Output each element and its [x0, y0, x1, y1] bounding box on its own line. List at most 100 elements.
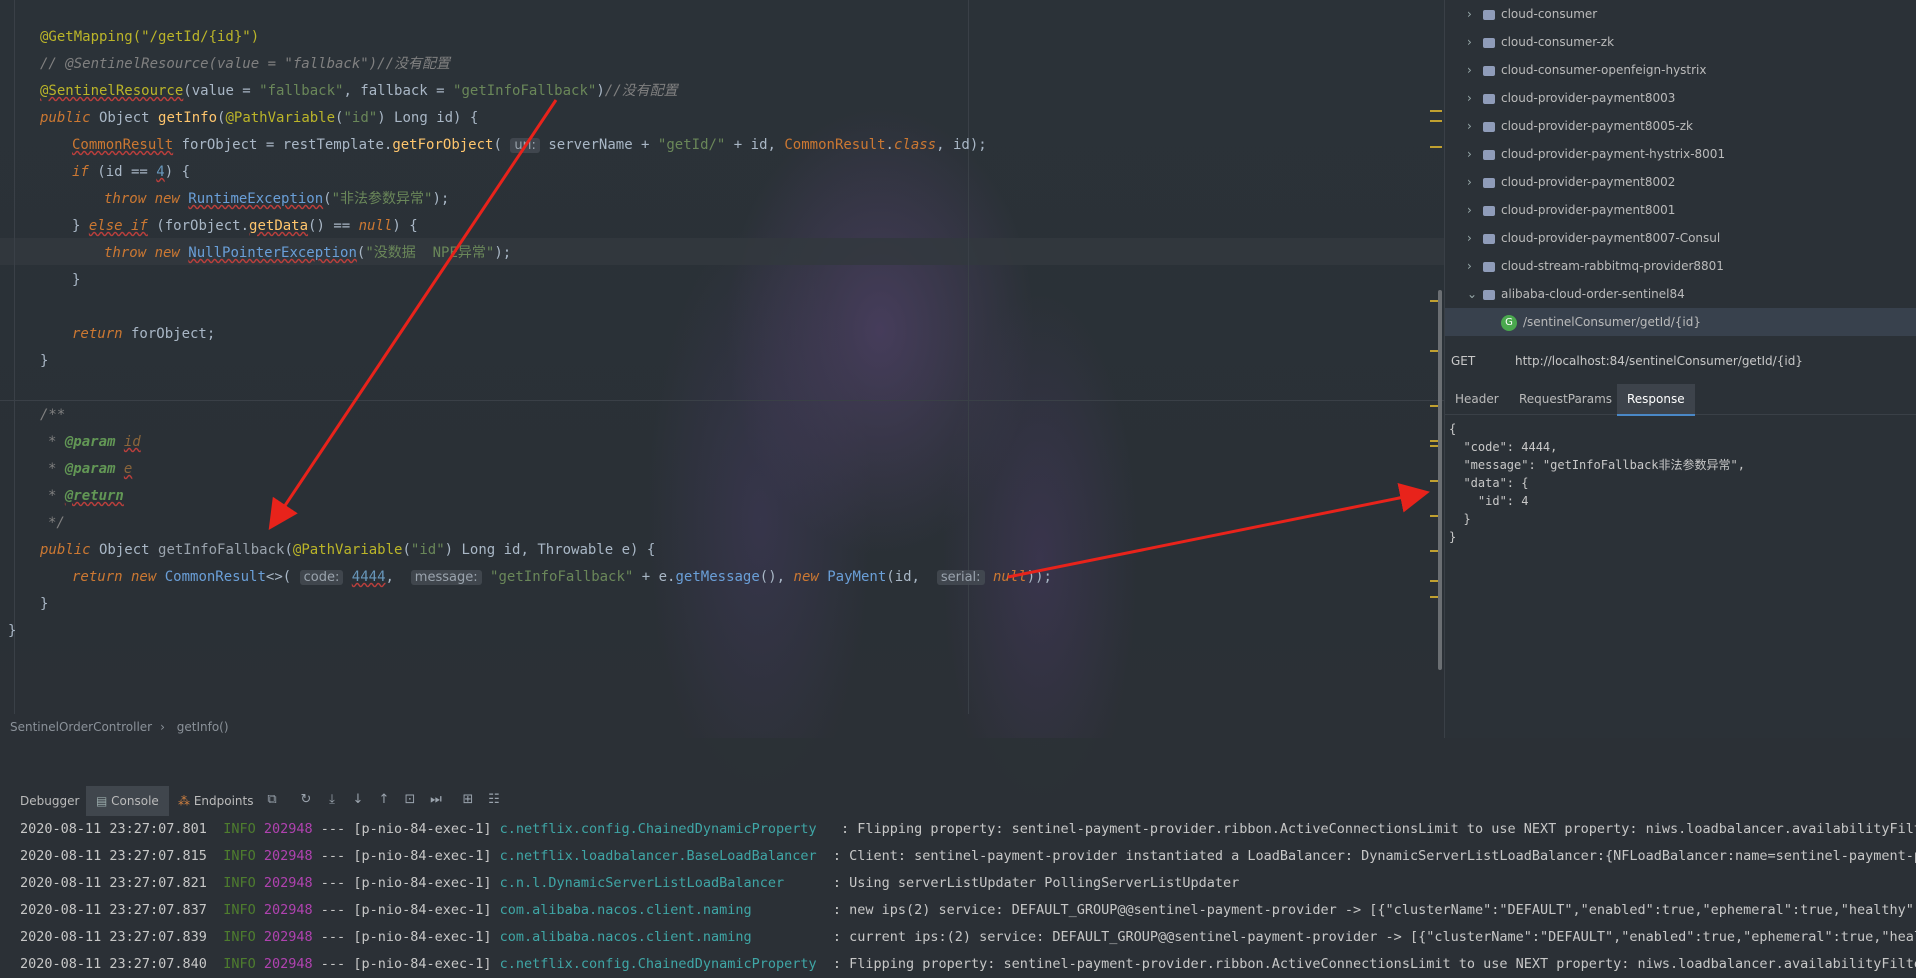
breadcrumb-class[interactable]: SentinelOrderController — [10, 720, 152, 734]
tab-endpoints[interactable]: ⁂ Endpoints — [178, 786, 254, 816]
resume-icon[interactable]: ⏭ — [428, 792, 444, 808]
request-url-input[interactable]: http://localhost:84/sentinelConsumer/get… — [1515, 344, 1803, 378]
tab-console[interactable]: ▤ Console — [86, 786, 169, 816]
module-folder-icon — [1483, 93, 1495, 104]
module-folder-icon — [1483, 261, 1495, 272]
chevron-right-icon: › — [1467, 119, 1472, 133]
code-line[interactable]: @GetMapping("/getId/{id}") — [40, 25, 259, 49]
code-line[interactable]: /** — [40, 403, 65, 427]
module-folder-icon — [1483, 65, 1495, 76]
code-line[interactable]: } else if (forObject.getData() == null) … — [72, 214, 418, 238]
module-folder-icon — [1483, 233, 1495, 244]
chevron-right-icon: › — [1467, 35, 1472, 49]
module-folder-icon — [1483, 149, 1495, 160]
tab-response[interactable]: Response — [1617, 384, 1695, 416]
restore-layout-icon[interactable]: ⧉ — [264, 792, 280, 808]
module-folder-icon — [1483, 177, 1495, 188]
param-hint: serial: — [936, 570, 985, 585]
code-line[interactable]: CommonResult forObject = restTemplate.ge… — [72, 133, 987, 157]
code-line[interactable]: // @SentinelResource(value = "fallback")… — [40, 52, 450, 76]
tree-item-module[interactable]: › cloud-provider-payment8001 — [1445, 196, 1675, 224]
code-line[interactable]: */ — [48, 511, 65, 535]
code-line[interactable]: @SentinelResource(value = "fallback", fa… — [40, 79, 678, 103]
tree-item-module[interactable]: › cloud-provider-payment8003 — [1445, 84, 1675, 112]
chevron-right-icon: › — [1467, 231, 1472, 245]
code-line[interactable]: } — [40, 349, 48, 373]
code-line[interactable]: } — [8, 619, 16, 643]
chevron-right-icon: › — [1467, 259, 1472, 273]
chevron-right-icon: › — [1467, 203, 1472, 217]
request-url-bar: GET http://localhost:84/sentinelConsumer… — [1445, 344, 1916, 378]
chevron-right-icon: › — [1467, 147, 1472, 161]
code-line[interactable]: if (id == 4) { — [72, 160, 190, 184]
code-line[interactable]: * @return — [48, 484, 124, 508]
tab-header[interactable]: Header — [1455, 384, 1499, 414]
param-hint: code: — [299, 570, 344, 585]
endpoints-icon: ⁂ — [178, 794, 194, 808]
code-line[interactable]: return forObject; — [72, 322, 215, 346]
module-folder-icon — [1483, 289, 1495, 300]
tab-debugger[interactable]: Debugger — [20, 786, 79, 816]
method-separator — [0, 400, 1444, 401]
module-folder-icon — [1483, 37, 1495, 48]
http-method-select[interactable]: GET — [1451, 344, 1475, 378]
tree-item-module[interactable]: › cloud-provider-payment-hystrix-8001 — [1445, 140, 1725, 168]
log-line: 2020-08-11 23:27:07.837 INFO 202948 --- … — [20, 902, 1916, 918]
step-out-icon[interactable]: ↑ — [376, 792, 392, 808]
log-line: 2020-08-11 23:27:07.821 INFO 202948 --- … — [20, 875, 1240, 891]
log-line: 2020-08-11 23:27:07.839 INFO 202948 --- … — [20, 929, 1916, 945]
tree-item-module[interactable]: › cloud-provider-payment8005-zk — [1445, 112, 1693, 140]
code-line[interactable]: return new CommonResult<>( code: 4444, m… — [72, 565, 1052, 589]
chevron-right-icon: › — [1467, 91, 1472, 105]
right-margin-guide — [968, 0, 969, 714]
restful-tool-panel: › cloud-consumer › cloud-consumer-zk › clou… — [1444, 0, 1916, 738]
tree-item-module[interactable]: › cloud-provider-payment8007-Consul — [1445, 224, 1720, 252]
code-line[interactable]: * @param e — [48, 457, 132, 481]
code-line[interactable]: * @param id — [48, 430, 141, 454]
breadcrumb: SentinelOrderController › getInfo() — [10, 720, 237, 734]
module-folder-icon — [1483, 121, 1495, 132]
chevron-right-icon: › — [160, 720, 165, 734]
tab-request-params[interactable]: RequestParams — [1519, 384, 1612, 414]
tree-item-module[interactable]: › cloud-consumer — [1445, 0, 1597, 28]
code-line[interactable]: public Object getInfoFallback(@PathVaria… — [40, 538, 655, 562]
request-tabs: Header RequestParams Response — [1445, 384, 1916, 416]
param-hint: url: — [510, 138, 540, 153]
tree-item-module[interactable]: › cloud-stream-rabbitmq-provider8801 — [1445, 252, 1724, 280]
module-folder-icon — [1483, 205, 1495, 216]
response-body[interactable]: { "code": 4444, "message": "getInfoFallb… — [1449, 420, 1745, 546]
step-over-icon[interactable]: ⤓ — [324, 792, 340, 808]
get-method-icon: G — [1501, 314, 1517, 331]
show-execution-point-icon[interactable]: ↻ — [298, 792, 314, 808]
chevron-right-icon: › — [1467, 175, 1472, 189]
module-folder-icon — [1483, 9, 1495, 20]
tree-item-module[interactable]: › cloud-provider-payment8002 — [1445, 168, 1675, 196]
code-editor[interactable]: @GetMapping("/getId/{id}") // @SentinelR… — [0, 0, 1444, 734]
debug-toolbar: Debugger ▤ Console ⁂ Endpoints ⧉ ↻ ⤓ ↓ ↑… — [0, 786, 1916, 816]
chevron-right-icon: › — [1467, 63, 1472, 77]
tree-item-endpoint[interactable]: G/sentinelConsumer/getId/{id} — [1445, 308, 1916, 336]
chevron-right-icon: › — [1467, 7, 1472, 21]
console-icon: ▤ — [96, 794, 112, 808]
editor-gutter[interactable] — [0, 0, 15, 714]
evaluate-icon[interactable]: ⊞ — [460, 792, 476, 808]
param-hint: message: — [410, 570, 482, 585]
tree-item-module[interactable]: › cloud-consumer-openfeign-hystrix — [1445, 56, 1707, 84]
settings-icon[interactable]: ☷ — [486, 792, 502, 808]
tree-item-module-expanded[interactable]: ⌄ alibaba-cloud-order-sentinel84 — [1445, 280, 1685, 308]
run-tool-window: Debugger ▤ Console ⁂ Endpoints ⧉ ↻ ⤓ ↓ ↑… — [0, 738, 1916, 972]
tree-item-module[interactable]: › cloud-consumer-zk — [1445, 28, 1614, 56]
editor-scrollbar[interactable] — [1438, 290, 1442, 670]
code-line[interactable]: } — [72, 268, 80, 292]
code-line[interactable]: throw new RuntimeException("非法参数异常"); — [104, 187, 449, 211]
log-line: 2020-08-11 23:27:07.840 INFO 202948 --- … — [20, 956, 1916, 972]
run-to-cursor-icon[interactable]: ⊡ — [402, 792, 418, 808]
code-line[interactable]: throw new NullPointerException("没数据 NPE异… — [104, 241, 511, 265]
step-into-icon[interactable]: ↓ — [350, 792, 366, 808]
log-line: 2020-08-11 23:27:07.815 INFO 202948 --- … — [20, 848, 1916, 864]
log-line: 2020-08-11 23:27:07.801 INFO 202948 --- … — [20, 821, 1916, 837]
chevron-down-icon: ⌄ — [1467, 287, 1478, 301]
code-line[interactable]: } — [40, 592, 48, 616]
code-line[interactable]: public Object getInfo(@PathVariable("id"… — [40, 106, 478, 130]
breadcrumb-method[interactable]: getInfo() — [177, 720, 229, 734]
